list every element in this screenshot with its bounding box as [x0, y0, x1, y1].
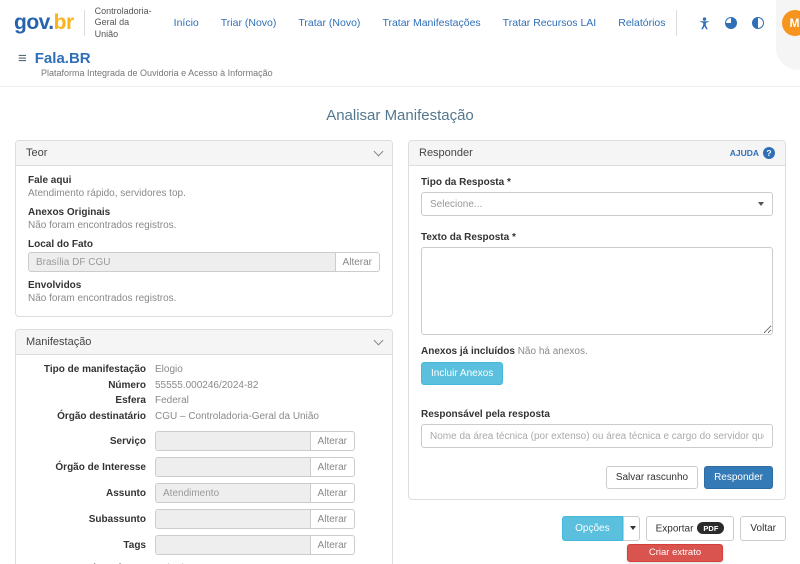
field-row: Assunto Alterar: [28, 483, 380, 503]
ajuda-link[interactable]: AJUDA ?: [730, 147, 775, 159]
manifestacao-panel: Manifestação Tipo de manifestação Elogio: [15, 329, 393, 564]
fale-aqui-value: Atendimento rápido, servidores top.: [28, 188, 380, 199]
info-row: Órgão destinatário CGU – Controladoria-G…: [28, 411, 380, 424]
alterar-button[interactable]: Alterar: [311, 535, 355, 555]
field-input[interactable]: [155, 431, 311, 451]
gov-header: gov.br Controladoria-Geral da União Iníc…: [0, 0, 800, 46]
manifestacao-fields: Serviço Alterar Órgão de Interesse: [28, 431, 380, 555]
info-row: Esfera Federal: [28, 395, 380, 408]
field-row: Tags Alterar: [28, 535, 380, 555]
pdf-badge: PDF: [697, 522, 724, 534]
field-row: Órgão de Interesse Alterar: [28, 457, 380, 477]
nav-link[interactable]: Início: [174, 17, 199, 29]
help-icon: ?: [763, 147, 775, 159]
alterar-button[interactable]: Alterar: [311, 509, 355, 529]
nav-link[interactable]: Tratar Recursos LAI: [503, 17, 597, 29]
chevron-down-icon[interactable]: [374, 146, 384, 156]
info-row: Número 55555.000246/2024-82: [28, 380, 380, 393]
user-menu[interactable]: M Meu Nome 09 Respondente - CGU – Contro…: [776, 0, 800, 70]
texto-resposta-label: Texto da Resposta *: [421, 232, 773, 243]
field-input[interactable]: [155, 509, 311, 529]
opcoes-dropdown-menu: Criar extrato ▤Arquivar ↪Encaminhar Pror…: [627, 544, 723, 564]
hamburger-icon[interactable]: ≡: [18, 50, 27, 67]
org-name: Controladoria-Geral da União: [95, 6, 152, 40]
anexos-incluidos: Anexos já incluídos Não há anexos.: [421, 346, 773, 357]
envolvidos-value: Não foram encontrados registros.: [28, 293, 380, 304]
exportar-pdf-button[interactable]: ExportarPDF: [646, 516, 735, 541]
chevron-down-icon: [758, 202, 764, 206]
divider: [84, 10, 85, 36]
local-do-fato-input[interactable]: [28, 252, 336, 272]
anexos-originais-label: Anexos Originais: [28, 207, 380, 218]
manifestacao-info: Tipo de manifestação Elogio Número 55555…: [28, 364, 380, 423]
info-row: Tipo de manifestação Elogio: [28, 364, 380, 377]
actions-row: Opções ExportarPDF Voltar: [408, 516, 786, 541]
avatar: M: [782, 10, 800, 36]
responder-panel: Responder AJUDA ? Tipo da Resposta * Sel…: [408, 140, 786, 500]
chevron-down-icon[interactable]: [374, 335, 384, 345]
texto-resposta-textarea[interactable]: [421, 247, 773, 335]
alterar-button[interactable]: Alterar: [311, 431, 355, 451]
page-title: Analisar Manifestação: [15, 107, 785, 124]
tipo-resposta-label: Tipo da Resposta *: [421, 177, 773, 188]
tipo-resposta-select[interactable]: Selecione...: [421, 192, 773, 216]
app-subtitle: Plataforma Integrada de Ouvidoria e Aces…: [41, 68, 786, 78]
nav-link[interactable]: Triar (Novo): [221, 17, 277, 29]
govbr-logo[interactable]: gov.br: [14, 11, 74, 35]
alterar-local-button[interactable]: Alterar: [336, 252, 380, 272]
responder-button[interactable]: Responder: [704, 466, 773, 489]
voltar-button[interactable]: Voltar: [740, 516, 786, 541]
accessibility-icon[interactable]: [697, 16, 712, 31]
manifestacao-panel-header[interactable]: Manifestação: [16, 330, 392, 355]
responder-panel-header: Responder AJUDA ?: [409, 141, 785, 166]
alterar-button[interactable]: Alterar: [311, 457, 355, 477]
nav-link[interactable]: Tratar (Novo): [298, 17, 360, 29]
salvar-rascunho-button[interactable]: Salvar rascunho: [606, 466, 698, 489]
field-input[interactable]: [155, 535, 311, 555]
anexos-originais-value: Não foram encontrados registros.: [28, 220, 380, 231]
local-do-fato-label: Local do Fato: [28, 239, 380, 250]
incluir-anexos-button[interactable]: Incluir Anexos: [421, 362, 503, 385]
cookie-icon[interactable]: [724, 16, 739, 31]
envolvidos-label: Envolvidos: [28, 280, 380, 291]
field-input[interactable]: [155, 483, 311, 503]
opcoes-dropdown-toggle[interactable]: [623, 516, 640, 541]
dropdown-menu-item[interactable]: Criar extrato: [627, 544, 723, 562]
divider: [676, 10, 677, 36]
field-row: Serviço Alterar: [28, 431, 380, 451]
nav-link[interactable]: Relatórios: [618, 17, 665, 29]
teor-panel-header[interactable]: Teor: [16, 141, 392, 166]
nav-link[interactable]: Tratar Manifestações: [382, 17, 480, 29]
app-title[interactable]: Fala.BR: [35, 50, 91, 67]
contrast-icon[interactable]: [751, 16, 766, 31]
responsavel-label: Responsável pela resposta: [421, 409, 773, 420]
field-input[interactable]: [155, 457, 311, 477]
app-bar: ≡ Fala.BR Plataforma Integrada de Ouvido…: [0, 46, 800, 87]
teor-panel: Teor Fale aqui Atendimento rápido, servi…: [15, 140, 393, 317]
alterar-button[interactable]: Alterar: [311, 483, 355, 503]
main-nav: Início Triar (Novo) Tratar (Novo) Tratar Ma…: [174, 17, 666, 29]
field-row: Subassunto Alterar: [28, 509, 380, 529]
opcoes-button[interactable]: Opções: [562, 516, 622, 541]
responsavel-input[interactable]: [421, 424, 773, 448]
fale-aqui-label: Fale aqui: [28, 175, 380, 186]
